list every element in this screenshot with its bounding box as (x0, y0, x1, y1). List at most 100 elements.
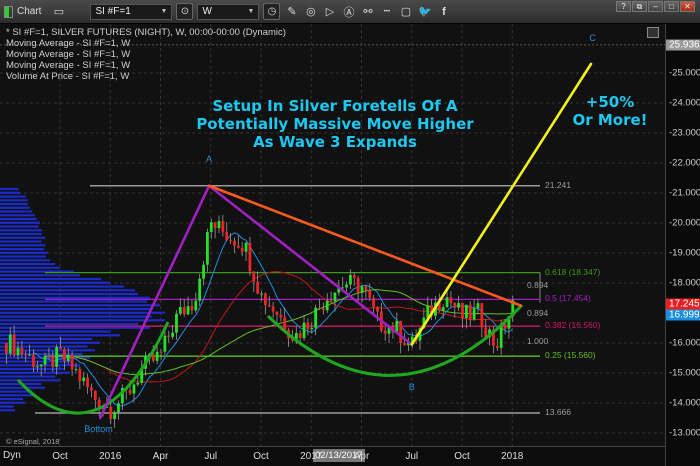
time-axis[interactable]: Dyn 02/13/2017 Oct 2016 Apr Jul Oct 2017 Apr Ju… (0, 446, 665, 466)
volume-bar (0, 394, 35, 397)
candle-up (310, 327, 314, 330)
volume-bar (0, 371, 70, 374)
extension-label: 0.894 (527, 280, 549, 290)
volume-bar (0, 405, 14, 408)
candle-down (182, 307, 186, 315)
volume-bar (0, 195, 26, 198)
dyn-button[interactable]: Dyn (3, 450, 21, 461)
volume-bar (0, 236, 45, 239)
candle-up (132, 384, 136, 394)
candle-down (213, 222, 217, 229)
candle-down (24, 354, 28, 356)
candle-down (480, 303, 484, 328)
candle-down (59, 347, 62, 349)
level-label: 0.25 (15.560) (545, 350, 596, 361)
candle-down (321, 308, 325, 311)
candle-up (74, 369, 78, 371)
volume-bar (0, 311, 165, 314)
candle-down (229, 240, 232, 242)
headline-line-1: Setup In Silver Foretells Of A (212, 97, 458, 115)
candle-up (206, 232, 209, 265)
candle-down (86, 377, 89, 388)
copyright: © eSignal, 2018 (6, 437, 60, 446)
candle-up (325, 300, 329, 311)
candle-up (186, 306, 190, 315)
volume-bar (0, 352, 83, 356)
candle-down (403, 342, 406, 346)
candle-down (32, 354, 35, 368)
volume-bar (0, 187, 19, 191)
volume-bar (0, 360, 74, 363)
restore-pane-button[interactable] (647, 27, 659, 38)
legend-vap[interactable]: Volume At Price - SI #F=1, W (6, 71, 129, 82)
callout: +50% Or More! (565, 93, 655, 129)
level-label: 0.618 (18.347) (545, 266, 601, 277)
candle-down (221, 221, 225, 233)
candle-up (445, 297, 449, 308)
volume-bar (0, 285, 125, 288)
volume-bar (0, 379, 60, 382)
volume-bar (0, 326, 150, 329)
candle-down (283, 317, 287, 330)
volume-bar (0, 206, 30, 209)
volume-bar (0, 292, 138, 296)
wave-label: B (408, 382, 415, 392)
volume-bar (0, 397, 23, 401)
price-axis[interactable]: -25.000 -24.000 -23.000 -22.000 -21.000 -20.0… (665, 24, 700, 466)
volume-bar (0, 225, 39, 228)
x-tick-label: Apr (152, 451, 169, 462)
y-tick-label: -22.000 (669, 157, 700, 169)
volume-bar (0, 199, 28, 202)
candle-down (449, 297, 453, 304)
wave-label: A (206, 154, 213, 164)
volume-bar (0, 386, 45, 389)
y-tick-label: -20.000 (669, 217, 700, 229)
candle-up (244, 242, 248, 252)
volume-bar (0, 266, 60, 269)
candle-down (399, 320, 403, 343)
candle-down (306, 322, 310, 330)
volume-bar (0, 304, 160, 307)
candle-down (128, 390, 132, 394)
wave-label: C (589, 32, 596, 43)
level-label: 0.382 (16.560) (545, 320, 601, 331)
candle-up (113, 412, 117, 420)
volume-bar (0, 274, 80, 277)
volume-bar (0, 334, 120, 337)
candle-up (472, 308, 476, 320)
candle-down (47, 355, 51, 357)
price-tag: 16.999 (666, 309, 700, 320)
candle-up (39, 364, 43, 367)
candle-down (225, 232, 229, 241)
candle-up (16, 347, 20, 356)
candle-down (468, 304, 472, 320)
level-label: 21.241 (545, 179, 571, 190)
legend-ma-2[interactable]: Moving Average - SI #F=1, W (6, 49, 130, 60)
candle-down (78, 369, 82, 382)
level-label: 13.666 (545, 407, 571, 418)
callout-line-1: +50% (585, 93, 635, 111)
x-tick-label: Apr (353, 451, 370, 462)
candle-down (190, 306, 194, 311)
volume-bar (0, 255, 46, 258)
candle-down (298, 333, 302, 339)
x-tick-label: 2018 (501, 451, 524, 462)
legend-series[interactable]: * SI #F=1, SILVER FUTURES (NIGHT), W, 00… (6, 27, 286, 38)
candle-down (62, 348, 66, 361)
volume-bar (0, 217, 37, 221)
candle-down (271, 306, 275, 312)
candle-down (252, 271, 256, 282)
y-tick-label: -25.000 (669, 67, 700, 79)
candle-up (43, 355, 47, 365)
trendline-wave-down (207, 184, 414, 346)
legend-ma-1[interactable]: Moving Average - SI #F=1, W (6, 38, 130, 49)
candle-up (476, 303, 480, 309)
candle-up (260, 293, 263, 295)
x-tick-label: Jul (204, 451, 218, 462)
volume-bar (0, 232, 42, 236)
legend-ma-3[interactable]: Moving Average - SI #F=1, W (6, 60, 130, 71)
candle-up (202, 264, 205, 279)
volume-bar (0, 319, 165, 322)
candle-up (360, 286, 364, 293)
x-tick-label: 2016 (99, 451, 122, 462)
